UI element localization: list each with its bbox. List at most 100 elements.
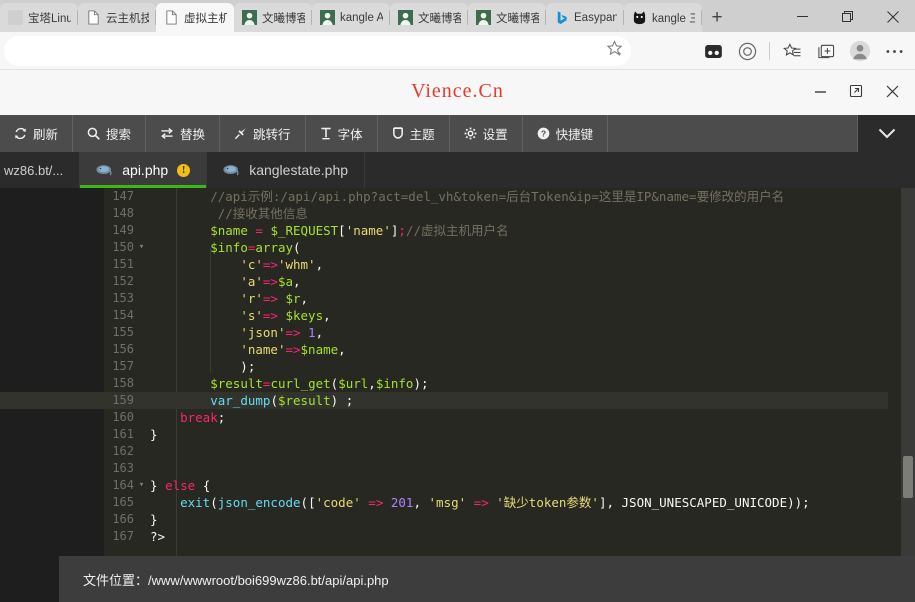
- browser-tab[interactable]: 云主机技: [78, 3, 156, 32]
- editor-file-tab[interactable]: kanglestate.php: [207, 152, 365, 188]
- editor-toolbar-label: 快捷键: [556, 124, 594, 143]
- line-number: 152: [104, 273, 134, 290]
- editor-toolbar-button[interactable]: 设置: [450, 115, 523, 152]
- code-token: [150, 376, 210, 391]
- code-line[interactable]: 160 break;: [0, 409, 888, 426]
- browser-tab[interactable]: kangle A: [312, 3, 390, 32]
- browser-tab[interactable]: Easypane: [546, 3, 624, 32]
- code-token: $info: [210, 240, 248, 255]
- code-line[interactable]: 153 'r'=> $r,: [0, 290, 888, 307]
- browser-tab[interactable]: kangle 三: [624, 3, 702, 32]
- editor-toolbar-button[interactable]: 跳转行: [220, 115, 306, 152]
- address-bar[interactable]: [4, 36, 631, 66]
- editor-file-tab[interactable]: wz86.bt/...: [0, 152, 80, 188]
- help-question-icon: ?: [537, 127, 550, 140]
- code-line[interactable]: 157 );: [0, 358, 888, 375]
- code-line[interactable]: 159 var_dump($result) ;: [0, 392, 888, 409]
- browser-toolbar-icons: [696, 35, 911, 67]
- editor-toolbar-label: 字体: [338, 124, 363, 143]
- code-area[interactable]: 147 //api示例:/api/api.php?act=del_vh&toke…: [0, 188, 915, 556]
- editor-toolbar-button[interactable]: ? 快捷键: [523, 115, 609, 152]
- code-token: );: [150, 359, 255, 374]
- code-token: ([: [301, 495, 316, 510]
- editor-close-button[interactable]: [879, 78, 905, 104]
- code-line[interactable]: 163: [0, 460, 888, 477]
- code-line[interactable]: 162: [0, 443, 888, 460]
- editor-restore-button[interactable]: [843, 78, 869, 104]
- code-line-text: exit(json_encode(['code' => 201, 'msg' =…: [150, 494, 810, 511]
- code-token: ,: [413, 495, 428, 510]
- code-line[interactable]: 164▾} else {: [0, 477, 888, 494]
- code-line[interactable]: 148 //接收其他信息: [0, 205, 888, 222]
- editor-minimize-button[interactable]: [807, 78, 833, 104]
- browser-tab[interactable]: 宝塔Linu: [0, 3, 78, 32]
- svg-text:?: ?: [541, 129, 546, 139]
- browser-close-button[interactable]: [870, 1, 915, 32]
- code-line[interactable]: 155 'json'=> 1,: [0, 324, 888, 341]
- favorites-list-icon[interactable]: [775, 35, 809, 67]
- line-number: 149: [104, 222, 134, 239]
- editor-toolbar-button[interactable]: 搜索: [73, 115, 146, 152]
- code-fold-toggle-icon[interactable]: ▾: [137, 239, 146, 256]
- browser-minimize-button[interactable]: [780, 1, 825, 32]
- code-line[interactable]: 161}: [0, 426, 888, 443]
- code-token: ) ;: [331, 393, 354, 408]
- more-options-icon[interactable]: [877, 35, 911, 67]
- editor-toolbar-label: 刷新: [33, 124, 58, 143]
- tab-groups-icon[interactable]: [809, 35, 843, 67]
- code-fold-toggle-icon[interactable]: ▾: [137, 477, 146, 494]
- browser-tab[interactable]: 虚拟主机: [156, 3, 234, 32]
- code-token: [150, 342, 240, 357]
- code-line[interactable]: 158 $result=curl_get($url,$info);: [0, 375, 888, 392]
- browser-tab[interactable]: 文曦博客: [390, 3, 468, 32]
- editor-file-tab[interactable]: api.php!: [80, 152, 207, 188]
- code-editor-window: Vience.Cn 刷新搜索替换跳转行字体主题设置?快捷键 wz86: [0, 70, 915, 602]
- browser-tab[interactable]: 文曦博客: [234, 3, 312, 32]
- code-line[interactable]: 152 'a'=>$a,: [0, 273, 888, 290]
- status-bar-left-gap: [0, 556, 59, 602]
- code-token: 'whm': [278, 257, 316, 272]
- browser-maximize-button[interactable]: [825, 1, 870, 32]
- editor-toolbar-expand-chevron-icon[interactable]: [858, 115, 915, 152]
- browser-tab-label: 文曦博客: [418, 10, 461, 26]
- code-token: =>: [263, 291, 286, 306]
- editor-toolbar-button[interactable]: 字体: [306, 115, 378, 152]
- code-line[interactable]: 156 'name'=>$name,: [0, 341, 888, 358]
- code-line[interactable]: 154 's'=> $keys,: [0, 307, 888, 324]
- profile-avatar-icon[interactable]: [843, 35, 877, 67]
- editor-toolbar-button[interactable]: 替换: [146, 115, 220, 152]
- code-line[interactable]: 151 'c'=>'whm',: [0, 256, 888, 273]
- editor-file-tab-label: kanglestate.php: [249, 162, 348, 178]
- code-line[interactable]: 150▾ $info=array(: [0, 239, 888, 256]
- editor-toolbar-button[interactable]: 主题: [378, 115, 450, 152]
- line-number: 155: [104, 324, 134, 341]
- code-line[interactable]: 149 $name = $_REQUEST['name'];//虚拟主机用户名: [0, 222, 888, 239]
- new-tab-button[interactable]: +: [702, 4, 732, 32]
- code-line[interactable]: 167?>: [0, 528, 888, 545]
- line-number: 151: [104, 256, 134, 273]
- code-token: ,: [338, 342, 346, 357]
- favorite-star-icon[interactable]: [606, 40, 623, 62]
- browser-tab-label: 宝塔Linu: [28, 10, 71, 26]
- collections-circle-icon[interactable]: [730, 35, 764, 67]
- editor-toolbar-button[interactable]: 刷新: [0, 115, 73, 152]
- code-token: curl_get: [270, 376, 330, 391]
- code-token: =>: [263, 308, 286, 323]
- line-number: 147: [104, 188, 134, 205]
- code-token: $result: [210, 376, 263, 391]
- bing-icon: [554, 10, 569, 25]
- line-number: 164: [104, 477, 134, 494]
- browser-tab[interactable]: 文曦博客: [468, 3, 546, 32]
- code-line-text: $name = $_REQUEST['name'];//虚拟主机用户名: [150, 222, 508, 239]
- person-icon: [476, 10, 491, 25]
- code-line[interactable]: 147 //api示例:/api/api.php?act=del_vh&toke…: [0, 188, 888, 205]
- browser-window-controls: [780, 1, 915, 32]
- person-icon: [398, 10, 413, 25]
- split-screen-icon[interactable]: [696, 35, 730, 67]
- code-scrollbar-thumb[interactable]: [903, 456, 913, 498]
- page-icon: [164, 10, 179, 25]
- code-line[interactable]: 165 exit(json_encode(['code' => 201, 'ms…: [0, 494, 888, 511]
- code-line[interactable]: 166}: [0, 511, 888, 528]
- line-number: 161: [104, 426, 134, 443]
- code-vertical-scrollbar[interactable]: [901, 188, 915, 556]
